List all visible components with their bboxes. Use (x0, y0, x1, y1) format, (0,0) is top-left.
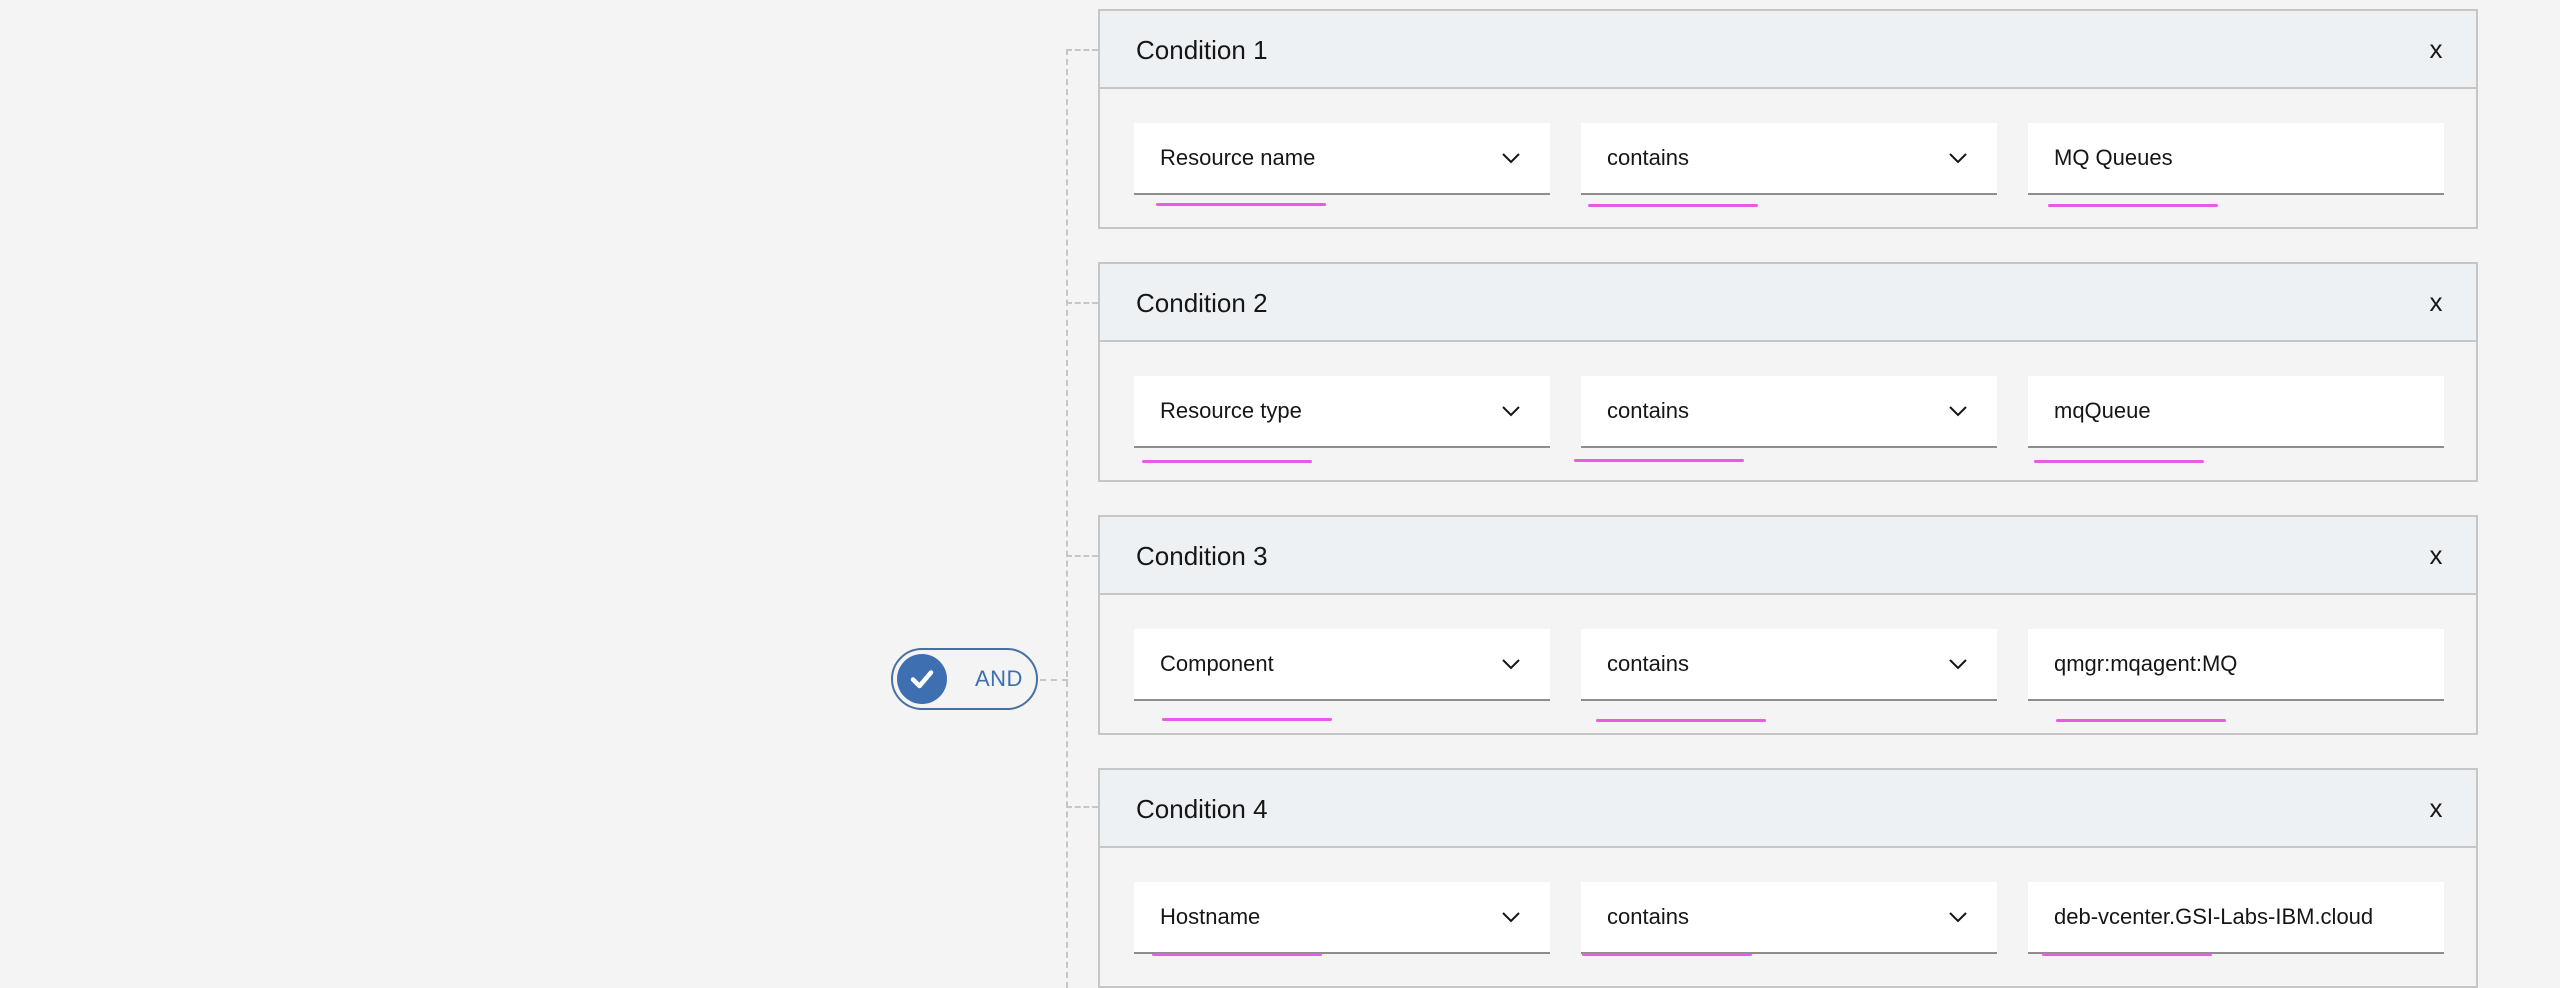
annotation-underline (1162, 718, 1332, 721)
annotation-underline (1596, 719, 1766, 722)
value-input[interactable]: mqQueue (2028, 376, 2444, 448)
field-select[interactable]: Component (1134, 629, 1550, 701)
condition-header: Condition 1 x (1100, 11, 2476, 89)
condition-header: Condition 4 x (1100, 770, 2476, 848)
value-input[interactable]: qmgr:mqagent:MQ (2028, 629, 2444, 701)
close-icon[interactable]: x (2420, 792, 2452, 824)
annotation-underline (2042, 953, 2212, 956)
value-input-text: mqQueue (2054, 398, 2151, 423)
and-operator-toggle[interactable]: AND (891, 648, 1038, 710)
chevron-down-icon (1502, 153, 1520, 164)
chevron-down-icon (1502, 912, 1520, 923)
and-label: AND (975, 666, 1023, 691)
value-input[interactable]: deb-vcenter.GSI-Labs-IBM.cloud (2028, 882, 2444, 954)
chevron-down-icon (1949, 912, 1967, 923)
chevron-down-icon (1949, 153, 1967, 164)
field-select-value: Resource name (1160, 145, 1316, 170)
field-select[interactable]: Resource type (1134, 376, 1550, 448)
condition-card-2: Condition 2 x Resource type contains mqQ… (1098, 262, 2478, 482)
chevron-down-icon (1949, 406, 1967, 417)
condition-card-3: Condition 3 x Component contains qmgr:mq… (1098, 515, 2478, 735)
condition-card-4: Condition 4 x Hostname contains deb-vcen… (1098, 768, 2478, 988)
annotation-underline (1582, 953, 1752, 956)
chevron-down-icon (1949, 659, 1967, 670)
condition-title: Condition 4 (1136, 794, 1268, 824)
annotation-underline (1152, 953, 1322, 956)
field-select[interactable]: Resource name (1134, 123, 1550, 195)
condition-card-1: Condition 1 x Resource name contains MQ … (1098, 9, 2478, 229)
operator-select[interactable]: contains (1581, 629, 1997, 701)
connector-condition-4 (1066, 806, 1098, 808)
chevron-down-icon (1502, 406, 1520, 417)
annotation-underline (2048, 204, 2218, 207)
close-icon[interactable]: x (2420, 539, 2452, 571)
value-input[interactable]: MQ Queues (2028, 123, 2444, 195)
condition-builder: AND Condition 1 x Resource name contains… (0, 0, 2560, 988)
connector-condition-2 (1066, 302, 1098, 304)
value-input-text: deb-vcenter.GSI-Labs-IBM.cloud (2054, 904, 2374, 929)
operator-select-value: contains (1607, 145, 1689, 170)
connector-condition-3 (1066, 555, 1098, 557)
field-select-value: Component (1160, 651, 1274, 676)
annotation-underline (1156, 203, 1326, 206)
annotation-underline (2034, 460, 2204, 463)
annotation-underline (2056, 719, 2226, 722)
close-icon[interactable]: x (2420, 33, 2452, 65)
field-select-value: Resource type (1160, 398, 1302, 423)
operator-select[interactable]: contains (1581, 882, 1997, 954)
operator-select-value: contains (1607, 651, 1689, 676)
chevron-down-icon (1502, 659, 1520, 670)
operator-select-value: contains (1607, 904, 1689, 929)
condition-header: Condition 2 x (1100, 264, 2476, 342)
operator-select-value: contains (1607, 398, 1689, 423)
field-select-value: Hostname (1160, 904, 1261, 929)
operator-select[interactable]: contains (1581, 376, 1997, 448)
connector-condition-1 (1066, 49, 1098, 51)
annotation-underline (1588, 204, 1758, 207)
operator-select[interactable]: contains (1581, 123, 1997, 195)
annotation-underline (1142, 460, 1312, 463)
checkmark-icon (897, 654, 947, 704)
field-select[interactable]: Hostname (1134, 882, 1550, 954)
value-input-text: MQ Queues (2054, 145, 2173, 170)
and-connector (1040, 679, 1068, 681)
close-icon[interactable]: x (2420, 286, 2452, 318)
condition-header: Condition 3 x (1100, 517, 2476, 595)
condition-title: Condition 1 (1136, 35, 1268, 65)
condition-title: Condition 3 (1136, 541, 1268, 571)
value-input-text: qmgr:mqagent:MQ (2054, 651, 2238, 676)
tree-connector (1066, 49, 1068, 988)
condition-title: Condition 2 (1136, 288, 1268, 318)
annotation-underline (1574, 459, 1744, 462)
